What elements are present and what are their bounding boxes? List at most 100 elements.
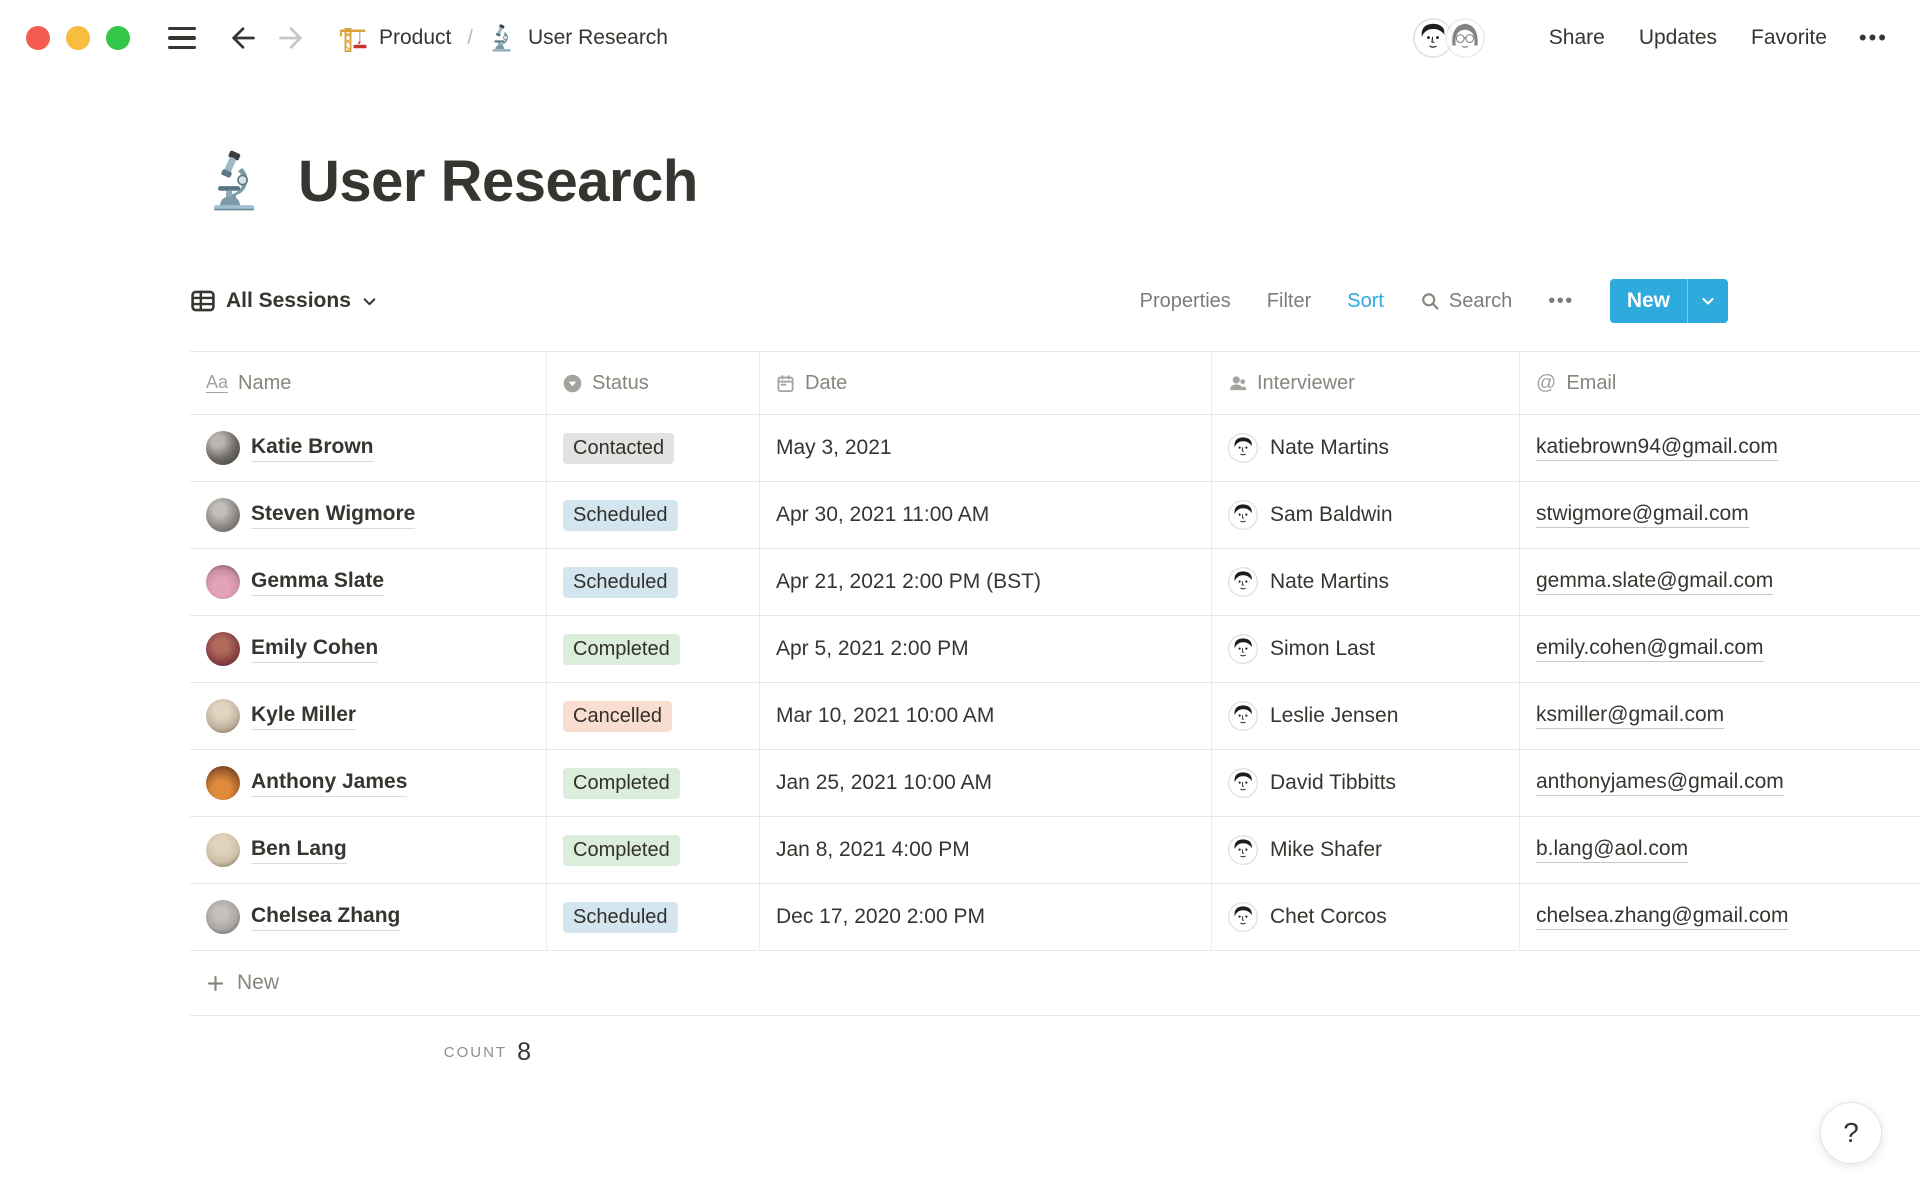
sidebar-menu-icon[interactable] — [168, 26, 196, 50]
date-cell[interactable]: Mar 10, 2021 10:00 AM — [760, 683, 1212, 749]
name-cell[interactable]: Chelsea Zhang — [190, 884, 547, 950]
add-row-button[interactable]: New — [190, 950, 1920, 1016]
close-window-button[interactable] — [26, 26, 50, 50]
person-name-link[interactable]: Gemma Slate — [251, 569, 385, 596]
presence-avatars — [1410, 16, 1487, 60]
view-bar-actions: Properties Filter Sort Search ••• New — [1140, 279, 1728, 323]
interviewer-avatar — [1228, 902, 1258, 932]
view-switcher[interactable]: All Sessions — [190, 288, 378, 314]
name-cell[interactable]: Ben Lang — [190, 817, 547, 883]
status-cell[interactable]: Completed — [547, 750, 760, 816]
status-cell[interactable]: Scheduled — [547, 549, 760, 615]
minimize-window-button[interactable] — [66, 26, 90, 50]
name-cell[interactable]: Anthony James — [190, 750, 547, 816]
new-button[interactable]: New — [1609, 279, 1728, 323]
share-button[interactable]: Share — [1549, 26, 1605, 50]
person-name-link[interactable]: Chelsea Zhang — [251, 904, 401, 931]
interviewer-cell[interactable]: Leslie Jensen — [1212, 683, 1520, 749]
email-link[interactable]: katiebrown94@gmail.com — [1536, 435, 1778, 461]
more-options-icon[interactable]: ••• — [1859, 25, 1888, 51]
status-badge: Completed — [563, 834, 680, 866]
column-header-date[interactable]: Date — [760, 352, 1212, 414]
email-link[interactable]: ksmiller@gmail.com — [1536, 703, 1725, 729]
email-link[interactable]: stwigmore@gmail.com — [1536, 502, 1749, 528]
name-cell[interactable]: Emily Cohen — [190, 616, 547, 682]
person-name-link[interactable]: Emily Cohen — [251, 636, 379, 663]
email-link[interactable]: emily.cohen@gmail.com — [1536, 636, 1764, 662]
status-cell[interactable]: Completed — [547, 616, 760, 682]
avatar[interactable] — [1442, 16, 1487, 60]
date-cell[interactable]: Apr 30, 2021 11:00 AM — [760, 482, 1212, 548]
count-footer[interactable]: COUNT 8 — [190, 1016, 547, 1088]
name-cell[interactable]: Kyle Miller — [190, 683, 547, 749]
name-cell[interactable]: Steven Wigmore — [190, 482, 547, 548]
new-dropdown-button[interactable] — [1688, 279, 1728, 323]
email-cell[interactable]: b.lang@aol.com — [1520, 817, 1920, 883]
interviewer-cell[interactable]: Mike Shafer — [1212, 817, 1520, 883]
person-name-link[interactable]: Anthony James — [251, 770, 408, 797]
table-row: Kyle Miller Cancelled Mar 10, 2021 10:00… — [190, 682, 1920, 749]
person-name-link[interactable]: Kyle Miller — [251, 703, 357, 730]
zoom-window-button[interactable] — [106, 26, 130, 50]
email-cell[interactable]: ksmiller@gmail.com — [1520, 683, 1920, 749]
column-header-status[interactable]: Status — [547, 352, 760, 414]
date-value: Mar 10, 2021 10:00 AM — [776, 704, 995, 727]
date-value: Jan 25, 2021 10:00 AM — [776, 771, 992, 794]
name-cell[interactable]: Katie Brown — [190, 415, 547, 481]
date-cell[interactable]: Jan 8, 2021 4:00 PM — [760, 817, 1212, 883]
interviewer-cell[interactable]: Sam Baldwin — [1212, 482, 1520, 548]
interviewer-cell[interactable]: Nate Martins — [1212, 549, 1520, 615]
status-cell[interactable]: Completed — [547, 817, 760, 883]
column-header-name[interactable]: Aa Name — [190, 352, 547, 414]
email-cell[interactable]: chelsea.zhang@gmail.com — [1520, 884, 1920, 950]
column-header-interviewer[interactable]: Interviewer — [1212, 352, 1520, 414]
email-cell[interactable]: katiebrown94@gmail.com — [1520, 415, 1920, 481]
status-cell[interactable]: Cancelled — [547, 683, 760, 749]
person-name-link[interactable]: Katie Brown — [251, 435, 374, 462]
chevron-down-icon — [1702, 297, 1714, 305]
email-link[interactable]: chelsea.zhang@gmail.com — [1536, 904, 1789, 930]
name-cell[interactable]: Gemma Slate — [190, 549, 547, 615]
date-cell[interactable]: Jan 25, 2021 10:00 AM — [760, 750, 1212, 816]
updates-button[interactable]: Updates — [1639, 26, 1717, 50]
view-more-options-icon[interactable]: ••• — [1548, 290, 1574, 313]
back-arrow-icon[interactable] — [226, 21, 260, 55]
breadcrumb-current[interactable]: User Research — [489, 23, 668, 53]
sort-button[interactable]: Sort — [1347, 290, 1384, 313]
date-cell[interactable]: Dec 17, 2020 2:00 PM — [760, 884, 1212, 950]
date-value: Dec 17, 2020 2:00 PM — [776, 905, 985, 928]
email-cell[interactable]: stwigmore@gmail.com — [1520, 482, 1920, 548]
interviewer-cell[interactable]: Simon Last — [1212, 616, 1520, 682]
status-cell[interactable]: Scheduled — [547, 884, 760, 950]
email-cell[interactable]: gemma.slate@gmail.com — [1520, 549, 1920, 615]
breadcrumb-parent[interactable]: Product — [338, 23, 451, 54]
email-link[interactable]: b.lang@aol.com — [1536, 837, 1689, 863]
microscope-icon[interactable] — [206, 149, 270, 214]
new-button-label[interactable]: New — [1610, 279, 1687, 323]
column-header-email[interactable]: @ Email — [1520, 352, 1920, 414]
date-cell[interactable]: Apr 21, 2021 2:00 PM (BST) — [760, 549, 1212, 615]
email-cell[interactable]: emily.cohen@gmail.com — [1520, 616, 1920, 682]
email-link[interactable]: gemma.slate@gmail.com — [1536, 569, 1774, 595]
email-cell[interactable]: anthonyjames@gmail.com — [1520, 750, 1920, 816]
favorite-button[interactable]: Favorite — [1751, 26, 1827, 50]
plus-icon — [207, 975, 224, 991]
interviewer-cell[interactable]: Nate Martins — [1212, 415, 1520, 481]
interviewer-cell[interactable]: David Tibbitts — [1212, 750, 1520, 816]
date-cell[interactable]: May 3, 2021 — [760, 415, 1212, 481]
filter-button[interactable]: Filter — [1267, 290, 1311, 313]
search-button[interactable]: Search — [1420, 290, 1512, 313]
person-name-link[interactable]: Steven Wigmore — [251, 502, 416, 529]
status-cell[interactable]: Contacted — [547, 415, 760, 481]
status-cell[interactable]: Scheduled — [547, 482, 760, 548]
email-link[interactable]: anthonyjames@gmail.com — [1536, 770, 1784, 796]
interviewer-cell[interactable]: Chet Corcos — [1212, 884, 1520, 950]
properties-button[interactable]: Properties — [1140, 290, 1231, 313]
forward-arrow-icon[interactable] — [274, 21, 308, 55]
person-name-link[interactable]: Ben Lang — [251, 837, 347, 864]
date-cell[interactable]: Apr 5, 2021 2:00 PM — [760, 616, 1212, 682]
help-button[interactable]: ? — [1820, 1102, 1882, 1164]
window-top-bar: Product / User Research Share Updates Fa… — [0, 0, 1920, 76]
breadcrumb-current-label: User Research — [527, 26, 668, 49]
page-title[interactable]: User Research — [298, 148, 698, 215]
